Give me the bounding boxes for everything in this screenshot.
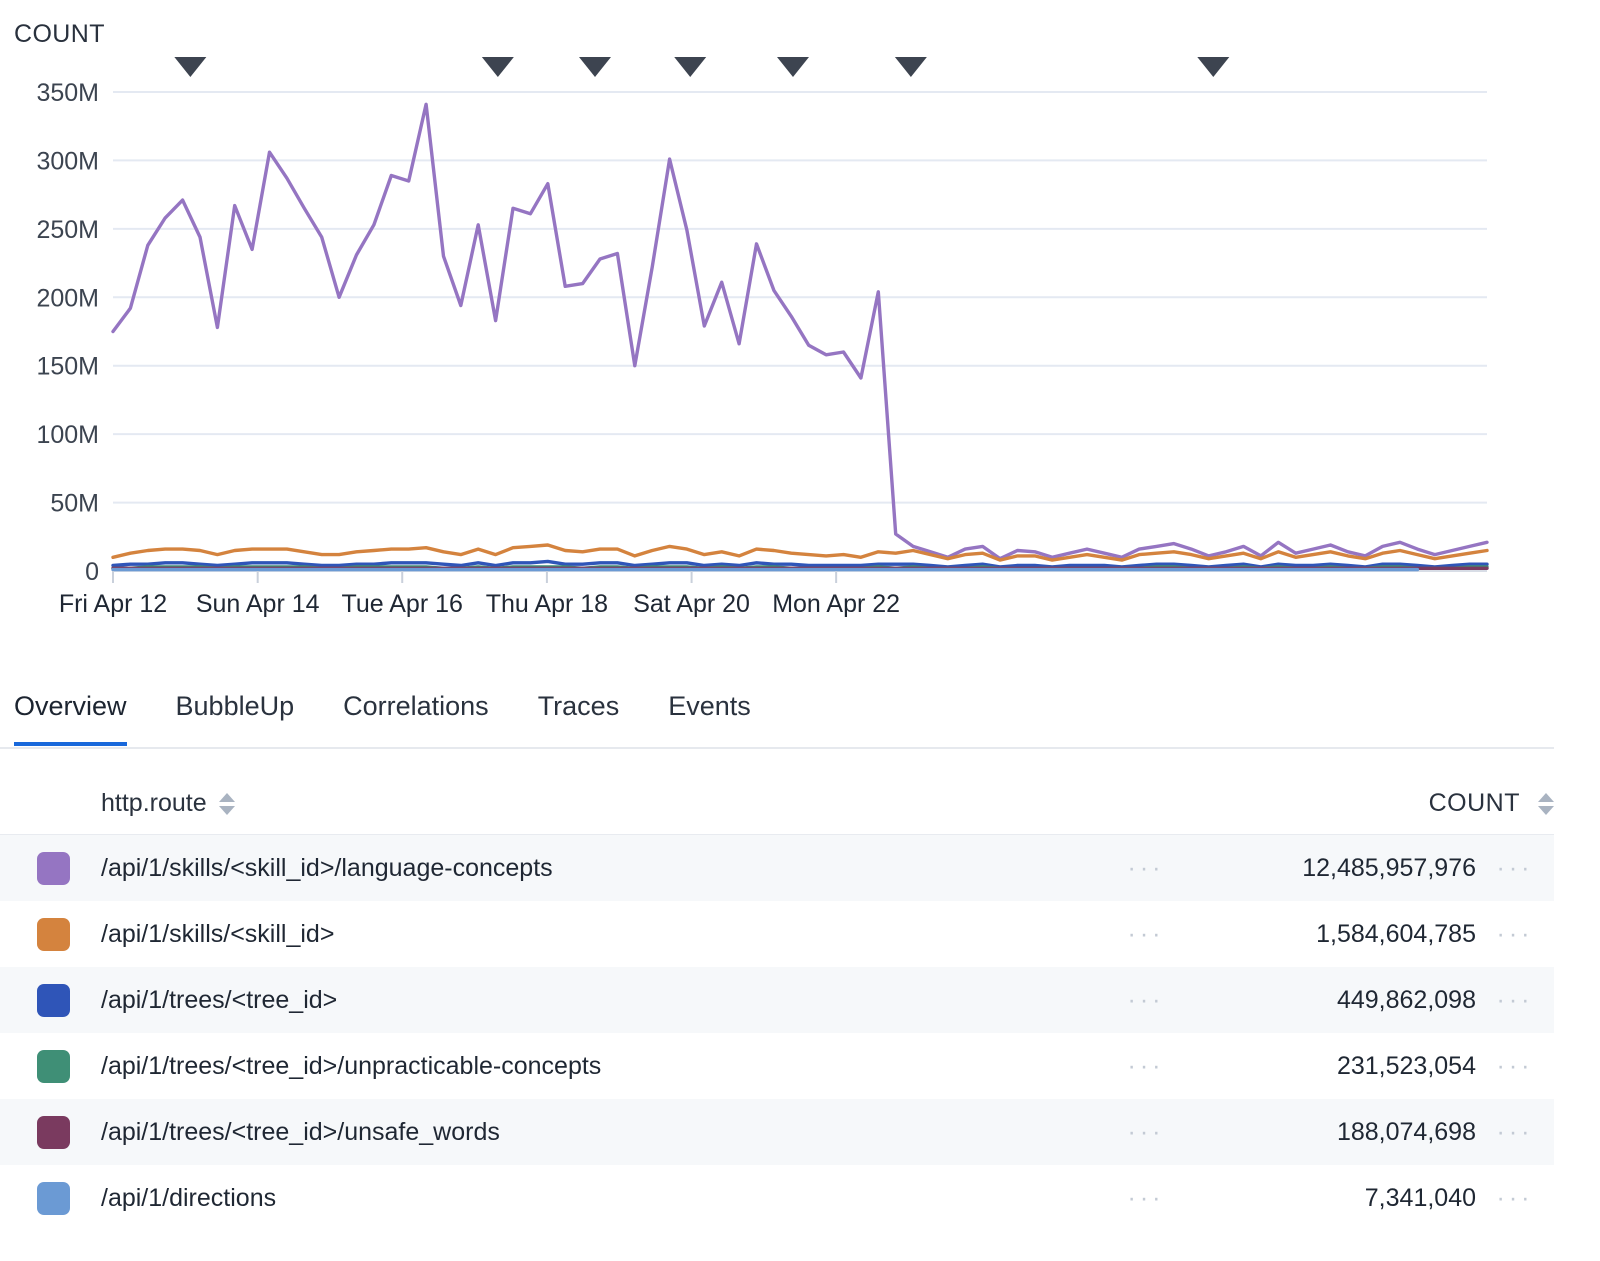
row-overflow-menu-icon[interactable]: ··· <box>1476 920 1554 949</box>
series-color-swatch <box>37 917 70 951</box>
row-actions-icon[interactable]: ··· <box>1116 1118 1176 1147</box>
table-header-row: http.route COUNT <box>0 773 1554 835</box>
y-axis-tick-label: 200M <box>36 284 99 312</box>
count-cell: 1,584,604,785 <box>1316 919 1476 948</box>
table-body: /api/1/skills/<skill_id>/language-concep… <box>0 835 1554 1231</box>
x-axis-tick-label: Fri Apr 12 <box>59 590 167 618</box>
annotation-marker-icon[interactable] <box>674 57 707 77</box>
y-axis-tick-label: 250M <box>36 216 99 244</box>
x-axis-tick-label: Tue Apr 16 <box>342 590 463 618</box>
row-actions-icon[interactable]: ··· <box>1116 920 1176 949</box>
series-color-swatch <box>37 1181 70 1215</box>
column-header-count-label: COUNT <box>1428 789 1520 817</box>
annotation-marker-icon[interactable] <box>894 57 927 77</box>
annotation-marker-icon[interactable] <box>481 57 514 77</box>
route-cell[interactable]: /api/1/trees/<tree_id> <box>101 986 337 1015</box>
tab-overview[interactable]: Overview <box>14 683 127 746</box>
row-overflow-menu-icon[interactable]: ··· <box>1476 854 1554 883</box>
y-axis-tick-label: 300M <box>36 147 99 175</box>
x-axis-tick-label: Sun Apr 14 <box>196 590 320 618</box>
x-axis-tick-label: Thu Apr 18 <box>486 590 608 618</box>
column-header-http-route-label: http.route <box>101 789 207 817</box>
count-timeseries-chart[interactable]: COUNT 350M 300M 250M 200M 150M 100M 50M 0 Fri Ap… <box>0 0 1600 640</box>
y-axis-tick-label: 50M <box>50 490 99 518</box>
series-color-swatch <box>37 983 70 1017</box>
tab-bubbleup[interactable]: BubbleUp <box>176 683 295 746</box>
count-cell: 188,074,698 <box>1336 1117 1476 1146</box>
series-color-swatch <box>37 1049 70 1083</box>
annotation-marker-icon[interactable] <box>1197 57 1230 77</box>
annotation-marker-icon[interactable] <box>776 57 809 77</box>
row-actions-icon[interactable]: ··· <box>1116 1184 1176 1213</box>
series-color-swatch <box>37 1115 70 1149</box>
row-overflow-menu-icon[interactable]: ··· <box>1476 1184 1554 1213</box>
count-cell: 7,341,040 <box>1364 1183 1476 1212</box>
route-cell[interactable]: /api/1/trees/<tree_id>/unpracticable-con… <box>101 1052 601 1081</box>
route-cell[interactable]: /api/1/skills/<skill_id>/language-concep… <box>101 854 553 883</box>
tab-events[interactable]: Events <box>668 683 751 746</box>
route-cell[interactable]: /api/1/skills/<skill_id> <box>101 920 334 949</box>
table-row[interactable]: /api/1/directions ··· 7,341,040 ··· <box>0 1165 1554 1231</box>
series-line <box>111 543 1489 562</box>
row-actions-icon[interactable]: ··· <box>1116 854 1176 883</box>
sort-icon[interactable] <box>218 790 235 818</box>
y-axis-tick-label: 100M <box>36 421 99 449</box>
route-cell[interactable]: /api/1/directions <box>101 1184 276 1213</box>
y-axis-tick-label: 150M <box>36 353 99 381</box>
table-row[interactable]: /api/1/trees/<tree_id>/unsafe_words ··· 18… <box>0 1099 1554 1165</box>
tab-traces[interactable]: Traces <box>538 683 620 746</box>
count-cell: 449,862,098 <box>1336 985 1476 1014</box>
table-row[interactable]: /api/1/skills/<skill_id>/language-concep… <box>0 835 1554 901</box>
table-row[interactable]: /api/1/trees/<tree_id>/unpracticable-con… <box>0 1033 1554 1099</box>
row-actions-icon[interactable]: ··· <box>1116 986 1176 1015</box>
row-actions-icon[interactable]: ··· <box>1116 1052 1176 1081</box>
row-overflow-menu-icon[interactable]: ··· <box>1476 1052 1554 1081</box>
app-root: COUNT 350M 300M 250M 200M 150M 100M 50M 0 Fri Ap… <box>0 0 1600 1261</box>
y-axis-tick-label: 0 <box>85 558 99 586</box>
column-header-http-route[interactable]: http.route <box>101 789 235 818</box>
x-axis-tick-label: Sat Apr 20 <box>633 590 750 618</box>
table-row[interactable]: /api/1/skills/<skill_id> ··· 1,584,604,785… <box>0 901 1554 967</box>
tab-correlations[interactable]: Correlations <box>343 683 489 746</box>
y-axis-tick-label: 350M <box>36 79 99 107</box>
annotation-marker-icon[interactable] <box>174 57 207 77</box>
annotation-marker-icon[interactable] <box>578 57 611 77</box>
row-overflow-menu-icon[interactable]: ··· <box>1476 986 1554 1015</box>
result-tabs: Overview BubbleUp Correlations Traces Ev… <box>0 681 1554 749</box>
count-cell: 12,485,957,976 <box>1302 853 1476 882</box>
series-color-swatch <box>37 851 70 885</box>
count-cell: 231,523,054 <box>1336 1051 1476 1080</box>
column-header-count[interactable]: COUNT <box>1429 789 1554 818</box>
route-cell[interactable]: /api/1/trees/<tree_id>/unsafe_words <box>101 1118 500 1147</box>
series-line <box>111 102 1489 561</box>
results-table: http.route COUNT /api/1/skills/<skill_id… <box>0 773 1554 1231</box>
table-row[interactable]: /api/1/trees/<tree_id> ··· 449,862,098 ··· <box>0 967 1554 1033</box>
chart-canvas[interactable]: 350M 300M 250M 200M 150M 100M 50M 0 Fri Apr 12 Su… <box>0 0 1600 640</box>
sort-icon[interactable] <box>1538 790 1554 818</box>
x-axis-tick-label: Mon Apr 22 <box>772 590 900 618</box>
row-overflow-menu-icon[interactable]: ··· <box>1476 1118 1554 1147</box>
